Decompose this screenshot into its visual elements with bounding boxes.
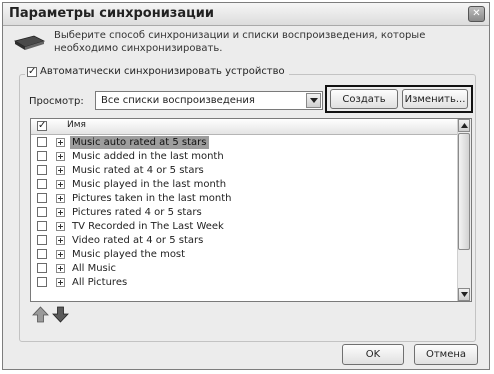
list-item[interactable]: Music played in the last month bbox=[31, 177, 458, 191]
view-select-value: Все списки воспроизведения bbox=[101, 95, 255, 106]
item-checkbox[interactable] bbox=[37, 179, 47, 189]
arrow-down-icon[interactable] bbox=[52, 306, 69, 323]
plus-box-icon[interactable] bbox=[56, 249, 65, 259]
plus-box-icon[interactable] bbox=[56, 151, 65, 161]
item-checkbox[interactable] bbox=[37, 277, 47, 287]
create-button[interactable]: Создать bbox=[330, 89, 398, 109]
plus-box-icon[interactable] bbox=[56, 263, 65, 273]
plus-box-icon[interactable] bbox=[56, 235, 65, 245]
scroll-thumb[interactable] bbox=[458, 133, 470, 250]
cancel-button[interactable]: Отмена bbox=[414, 344, 478, 365]
item-label: Music rated at 4 or 5 stars bbox=[72, 164, 204, 176]
plus-box-icon[interactable] bbox=[56, 277, 65, 287]
item-label: Video rated at 4 or 5 stars bbox=[72, 234, 204, 246]
item-checkbox[interactable] bbox=[37, 193, 47, 203]
list-rows: Music auto rated at 5 stars Music added … bbox=[31, 135, 458, 289]
window-title: Параметры синхронизации bbox=[9, 6, 214, 21]
list-item[interactable]: Video rated at 4 or 5 stars bbox=[31, 233, 458, 247]
list-item[interactable]: Music added in the last month bbox=[31, 149, 458, 163]
chevron-down-icon[interactable] bbox=[306, 93, 321, 108]
list-item[interactable]: Music rated at 4 or 5 stars bbox=[31, 163, 458, 177]
auto-sync-checkbox[interactable] bbox=[27, 65, 37, 78]
plus-box-icon[interactable] bbox=[56, 179, 65, 189]
list-scrollbar[interactable] bbox=[457, 119, 471, 301]
plus-box-icon[interactable] bbox=[56, 193, 65, 203]
close-button[interactable]: ✕ bbox=[468, 6, 485, 22]
title-bar: Параметры синхронизации ✕ bbox=[3, 3, 489, 26]
list-item[interactable]: All Pictures bbox=[31, 275, 458, 289]
device-icon bbox=[13, 35, 46, 50]
item-checkbox[interactable] bbox=[37, 235, 47, 245]
item-label: Music added in the last month bbox=[72, 150, 224, 162]
list-item[interactable]: Pictures rated 4 or 5 stars bbox=[31, 205, 458, 219]
item-checkbox[interactable] bbox=[37, 151, 47, 161]
list-item[interactable]: Pictures taken in the last month bbox=[31, 191, 458, 205]
plus-box-icon[interactable] bbox=[56, 207, 65, 217]
item-label: Pictures rated 4 or 5 stars bbox=[72, 206, 202, 218]
item-checkbox[interactable] bbox=[37, 165, 47, 175]
item-checkbox[interactable] bbox=[37, 207, 47, 217]
scroll-down-button[interactable] bbox=[458, 288, 470, 301]
arrow-up-icon[interactable] bbox=[32, 306, 49, 323]
ok-button[interactable]: OK bbox=[342, 344, 404, 365]
plus-box-icon[interactable] bbox=[56, 221, 65, 231]
view-label: Просмотр: bbox=[29, 96, 84, 107]
list-header: Имя bbox=[31, 119, 458, 135]
list-item[interactable]: Music auto rated at 5 stars bbox=[31, 135, 458, 149]
select-all-checkbox[interactable] bbox=[37, 119, 47, 132]
chevron-up-icon bbox=[460, 123, 468, 128]
item-label: Music played the most bbox=[72, 248, 186, 260]
plus-box-icon[interactable] bbox=[56, 165, 65, 175]
item-checkbox[interactable] bbox=[37, 263, 47, 273]
intro-text: Выберите способ синхронизации и списки в… bbox=[54, 30, 426, 54]
list-item[interactable]: Music played the most bbox=[31, 247, 458, 261]
item-label: Pictures taken in the last month bbox=[72, 192, 232, 204]
item-checkbox[interactable] bbox=[37, 137, 47, 147]
list-item[interactable]: TV Recorded in The Last Week bbox=[31, 219, 458, 233]
item-label: Music played in the last month bbox=[72, 178, 227, 190]
playlist-list: Имя Music auto rated at 5 stars Music ad… bbox=[30, 118, 472, 302]
auto-sync-label: Автоматически синхронизировать устройств… bbox=[40, 66, 285, 77]
item-label: All Music bbox=[72, 262, 117, 274]
view-select[interactable]: Все списки воспроизведения bbox=[95, 91, 323, 110]
chevron-down-icon bbox=[460, 292, 468, 297]
edit-button[interactable]: Изменить... bbox=[402, 89, 468, 109]
scroll-up-button[interactable] bbox=[458, 119, 470, 132]
item-label: All Pictures bbox=[72, 276, 128, 288]
auto-sync-option[interactable]: Автоматически синхронизировать устройств… bbox=[25, 65, 289, 78]
item-checkbox[interactable] bbox=[37, 249, 47, 259]
plus-box-icon[interactable] bbox=[56, 137, 65, 147]
item-checkbox[interactable] bbox=[37, 221, 47, 231]
list-item[interactable]: All Music bbox=[31, 261, 458, 275]
name-column-header[interactable]: Имя bbox=[67, 120, 86, 130]
item-label: TV Recorded in The Last Week bbox=[72, 220, 224, 232]
item-label: Music auto rated at 5 stars bbox=[70, 135, 209, 149]
